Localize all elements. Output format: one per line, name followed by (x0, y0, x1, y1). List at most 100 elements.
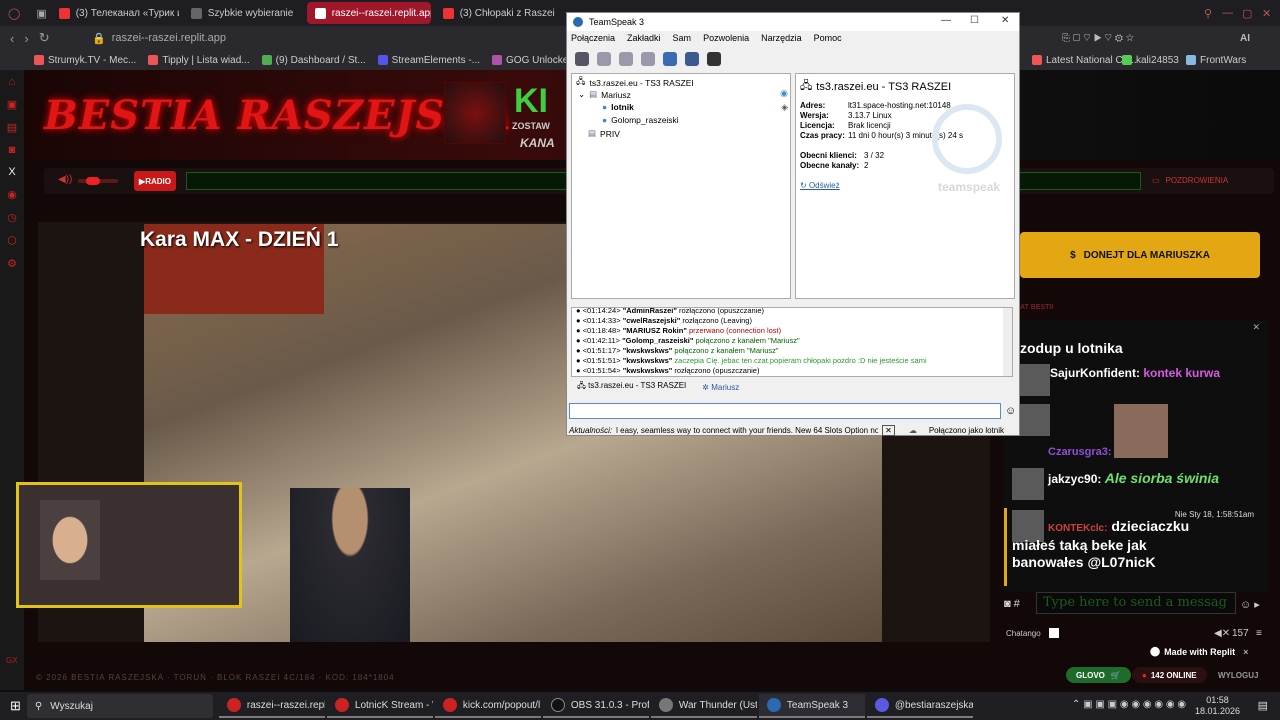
menu-narzedzia[interactable]: Narzędzia (761, 33, 802, 47)
browser-toolbar-icons[interactable]: ⎘ ▢ ♡ ▶ ♡ ⚙ ☆ (1062, 33, 1134, 44)
ai-button[interactable]: AI (1240, 33, 1250, 44)
webcam-person (40, 500, 100, 580)
bookmark-3[interactable]: (9) Dashboard / St... (261, 55, 366, 66)
tree-channel-mariusz[interactable]: ⌄ ▤ Mariusz (578, 89, 631, 100)
taskbar-item-7[interactable]: @bestiaraszejska - ... (866, 694, 973, 718)
bookmark-2[interactable]: Tipply | Lista wiad... (148, 55, 250, 66)
taskbar-item-5[interactable]: War Thunder (Usta... (650, 694, 757, 718)
cart-icon: 🛒 (1110, 670, 1121, 680)
emoji-icon[interactable]: ☺ ▸ (1240, 598, 1260, 611)
player-icon[interactable]: ◉ (7, 188, 17, 201)
maximize-icon[interactable]: ☐ (970, 15, 979, 26)
menu-polaczenia[interactable]: Połączenia (571, 33, 615, 47)
radio-button[interactable]: ▶ RADIO (134, 171, 176, 191)
menu-pozwolenia[interactable]: Pozwolenia (703, 33, 749, 47)
disconnect-icon[interactable] (597, 52, 611, 66)
bookmark-4[interactable]: StreamElements -... (377, 55, 480, 66)
history-icon[interactable]: ◷ (7, 211, 17, 224)
away-icon[interactable] (619, 52, 633, 66)
minimize-icon[interactable]: — (1222, 7, 1233, 19)
chat-input[interactable]: Type here to send a messag (1036, 592, 1236, 614)
whatsapp-icon[interactable]: ◙ (9, 144, 16, 156)
logout-button[interactable]: WYLOGUJ (1208, 667, 1268, 683)
tab-4[interactable]: (3) Chłopaki z Raszei - PR (435, 2, 555, 24)
greetings-button[interactable]: ▭ POZDROWIENIA (1152, 176, 1228, 185)
emoji-icon[interactable]: ☺ (1005, 405, 1016, 417)
mute-mic-icon[interactable] (641, 52, 655, 66)
bookmark-6[interactable]: Latest National Co... (1032, 55, 1137, 66)
volume-slider[interactable] (78, 177, 118, 185)
contacts-icon[interactable] (685, 52, 699, 66)
home-icon[interactable]: ⌂ (9, 76, 16, 88)
menu-zakladki[interactable]: Zakładki (627, 33, 661, 47)
tab-channel[interactable]: ✲ Mariusz (702, 383, 739, 392)
volume-icon[interactable]: ◀)) (58, 174, 72, 185)
camera-icon[interactable]: ◙ # (1004, 598, 1020, 610)
tray-icons[interactable]: ⌃ ▣ ▣ ▣ ◉ ◉ ◉ ◉ ◉ ◉ (1072, 699, 1186, 710)
tab-1[interactable]: (3) Телеканал «Турик и К (51, 2, 179, 24)
search-tabs-icon[interactable]: ⚲ (1204, 7, 1212, 20)
info-icon: ● (576, 326, 583, 335)
log-scrollbar[interactable] (1003, 308, 1012, 376)
youtube-favicon-icon (58, 7, 70, 19)
chat-image[interactable] (1114, 404, 1168, 458)
chat-menu-icon[interactable]: ≡ (1256, 628, 1262, 639)
connect-icon[interactable] (575, 52, 589, 66)
refresh-link[interactable]: ↻ Odśwież (800, 181, 840, 190)
reload-icon[interactable]: ↻ (39, 30, 50, 46)
close-icon[interactable]: × (1243, 647, 1248, 657)
tree-user-golomp[interactable]: ● Golomp_raszeiski (602, 115, 679, 125)
back-icon[interactable]: ‹ (10, 31, 14, 46)
close-news-icon[interactable]: ✕ (882, 424, 895, 436)
opera-logo-icon[interactable]: ◯ (8, 7, 20, 20)
notifications-icon[interactable]: ▤ (1258, 699, 1268, 712)
tree-channel-priv[interactable]: ▤ PRIV (588, 128, 620, 139)
server-icon: 🖧 (576, 76, 586, 86)
chat-icon[interactable] (663, 52, 677, 66)
glovo-button[interactable]: GLOVO 🛒 (1066, 667, 1131, 683)
start-icon[interactable]: ⊞ (10, 698, 21, 714)
volume-knob[interactable] (86, 177, 100, 185)
donate-button[interactable]: $ DONEJT DLA MARIUSZKA (1020, 232, 1260, 278)
settings-icon[interactable]: ⚙ (7, 257, 17, 270)
messenger-icon[interactable]: ▤ (7, 121, 17, 134)
minimize-icon[interactable]: — (941, 15, 951, 26)
log-line: ● <01:42:11> "Golomp_raszeiski" połączon… (576, 336, 800, 345)
bookmark-8[interactable]: FrontWars (1186, 55, 1246, 66)
tab-2[interactable]: Szybkie wybieranie (183, 2, 303, 24)
tree-server[interactable]: 🖧 ts3.raszei.eu - TS3 RASZEI (576, 76, 694, 90)
taskbar-item-3[interactable]: kick.com/popout/l... (434, 694, 541, 718)
tab-server[interactable]: 🖧 ts3.raszei.eu - TS3 RASZEI (577, 380, 686, 394)
pin-icon[interactable]: ⬡ (7, 234, 17, 247)
avatar (1018, 404, 1050, 436)
server-icon: 🖧 (577, 381, 589, 390)
menu-pomoc[interactable]: Pomoc (814, 33, 842, 47)
forward-icon[interactable]: › (24, 31, 28, 46)
tab-3[interactable]: raszei--raszei.replit.app (306, 2, 431, 24)
made-with-replit[interactable]: ⬤ Made with Replit × (1150, 646, 1248, 657)
close-icon[interactable]: ✕ (1262, 7, 1271, 20)
tree-user-lotnik[interactable]: ● lotnik (602, 102, 634, 112)
info-icon: ● (576, 336, 583, 345)
wallet-icon[interactable]: ▣ (7, 98, 17, 111)
bookmark-7[interactable]: kali24853 (1122, 55, 1179, 66)
highlight-marker (1004, 508, 1007, 586)
x-icon[interactable]: X (8, 166, 15, 178)
taskbar-clock[interactable]: 01:58 18.01.2026 (1195, 695, 1240, 717)
maximize-icon[interactable]: ▢ (1242, 7, 1252, 20)
tab-menu-icon[interactable]: ▣ (36, 7, 46, 20)
bookmark-1[interactable]: Strumyk.TV - Mec... (34, 55, 136, 66)
chat-footer: Chatango ◀✕ 157 ≡ (1006, 627, 1262, 639)
taskbar-item-1[interactable]: raszei--raszei.replit... (218, 694, 325, 718)
mute-icon[interactable]: ◀✕ (1214, 628, 1230, 639)
taskbar-item-6[interactable]: TeamSpeak 3 (758, 694, 865, 718)
taskbar-item-4[interactable]: OBS 31.0.3 - Profile:... (542, 694, 649, 718)
taskbar-item-2[interactable]: LotnicK Stream - W... (326, 694, 433, 718)
chat-close-icon[interactable]: ✕ (1252, 322, 1260, 333)
ts-message-input[interactable] (569, 403, 1001, 419)
menu-sam[interactable]: Sam (673, 33, 692, 47)
close-icon[interactable]: ✕ (1001, 15, 1009, 26)
taskbar-search[interactable]: ⚲ Wyszukaj (26, 694, 213, 718)
url-field[interactable]: 🔒 raszei--raszei.replit.app (92, 30, 226, 46)
avatar-icon[interactable] (707, 52, 721, 66)
